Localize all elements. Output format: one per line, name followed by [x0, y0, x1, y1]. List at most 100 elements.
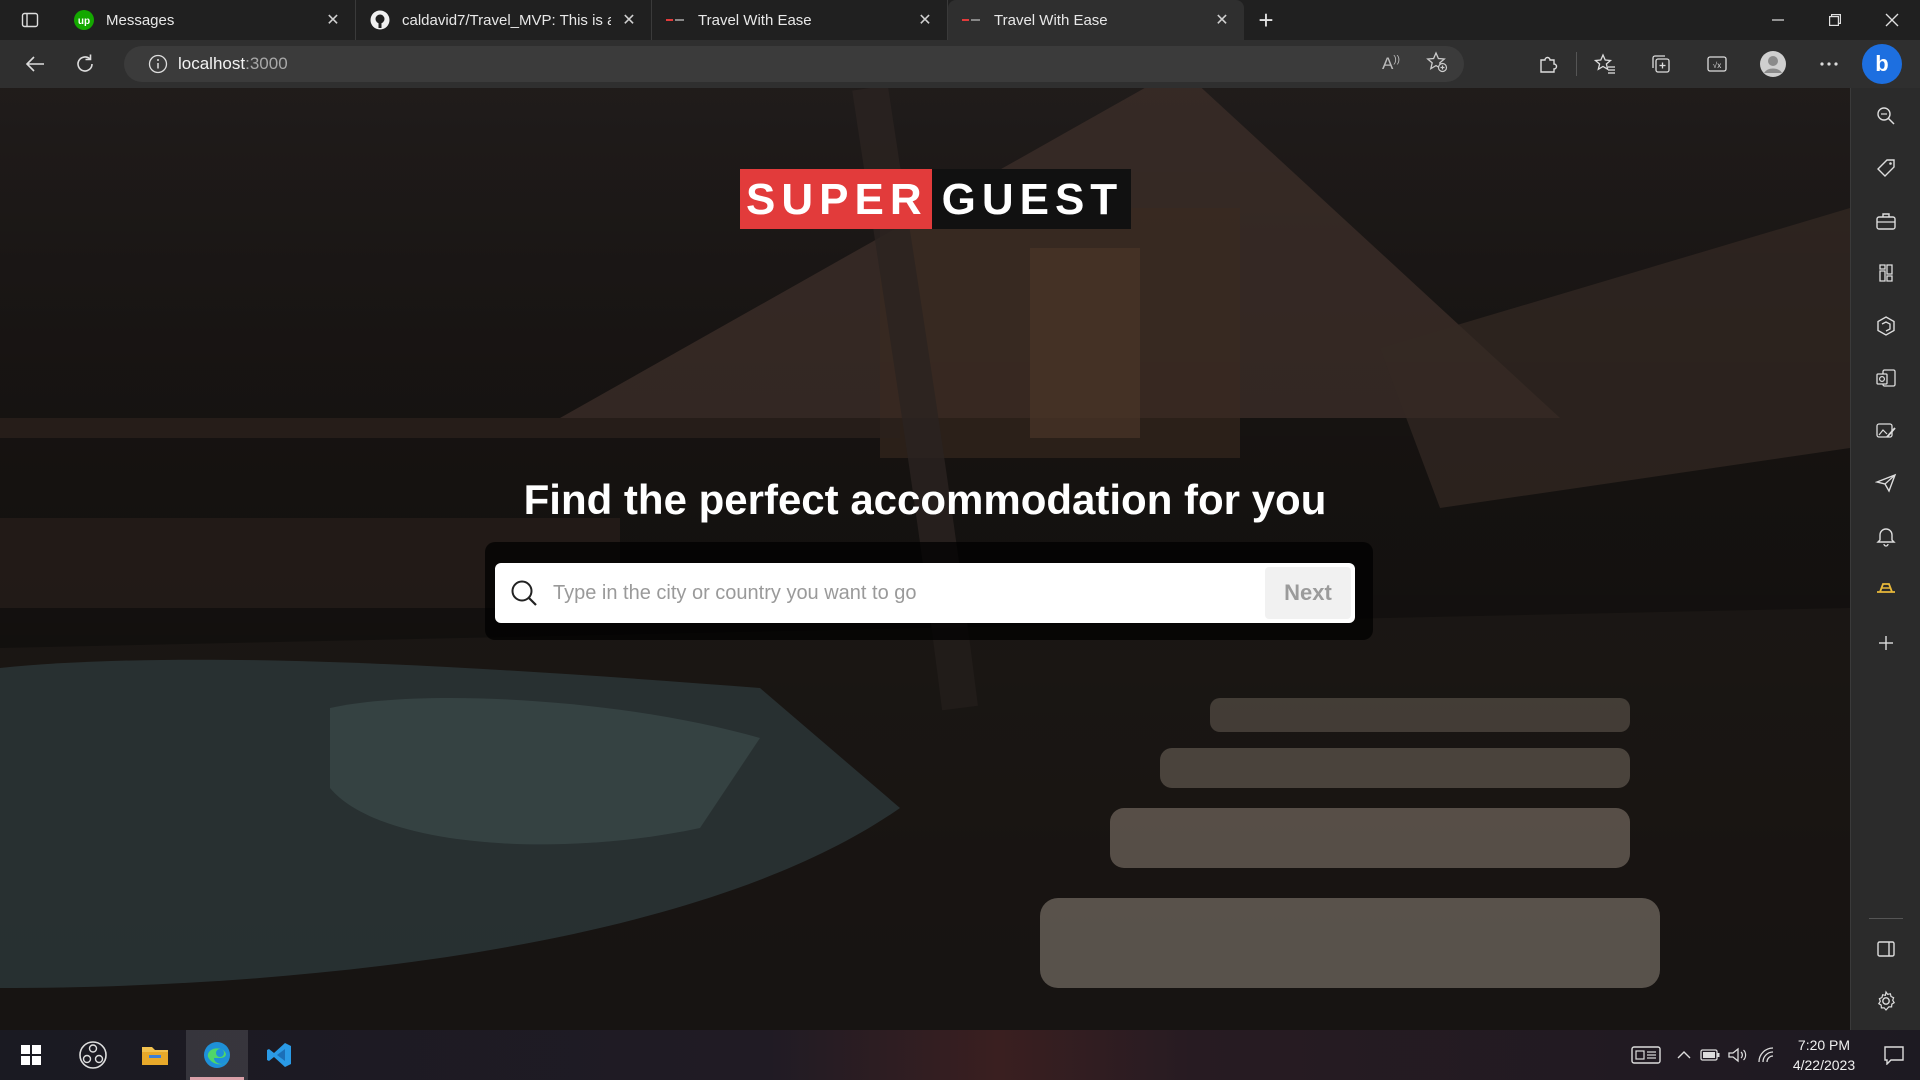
start-button[interactable] — [0, 1030, 62, 1080]
send-icon — [1875, 473, 1897, 493]
url-text[interactable]: localhost:3000 — [178, 54, 288, 74]
windows-taskbar: 7:20 PM 4/22/2023 — [0, 1030, 1920, 1080]
action-center-button[interactable] — [1868, 1030, 1920, 1080]
close-icon[interactable]: ✕ — [1212, 10, 1232, 30]
tab-actions-button[interactable] — [0, 0, 60, 40]
hat-icon — [1877, 583, 1895, 593]
profile-button[interactable] — [1745, 40, 1801, 88]
new-tab-button[interactable]: + — [1244, 0, 1288, 40]
edge-icon — [204, 1042, 230, 1068]
clock-date: 4/22/2023 — [1792, 1057, 1856, 1073]
sidebar-toggle-icon — [1877, 941, 1895, 957]
destination-input[interactable] — [553, 581, 1265, 605]
extensions-button[interactable] — [1520, 40, 1576, 88]
address-bar[interactable]: localhost:3000 A)) — [124, 46, 1464, 82]
taskbar-obs-app[interactable] — [62, 1030, 124, 1080]
obs-icon — [79, 1041, 107, 1069]
github-icon — [370, 10, 390, 30]
destination-search: Next — [495, 563, 1355, 623]
window-controls — [1749, 0, 1920, 40]
games-icon — [1879, 264, 1893, 282]
briefcase-icon — [1876, 213, 1896, 230]
hide-sidebar-button[interactable] — [1851, 929, 1920, 969]
tab-title: Travel With Ease — [698, 11, 812, 29]
taskbar-vscode[interactable] — [248, 1030, 310, 1080]
sidebar-extension-button[interactable] — [1851, 568, 1920, 608]
battery-icon — [1700, 1049, 1720, 1061]
close-icon[interactable]: ✕ — [915, 10, 935, 30]
taskbar-file-explorer[interactable] — [124, 1030, 186, 1080]
outlook-icon — [1876, 369, 1896, 387]
network-button[interactable] — [1752, 1030, 1780, 1080]
svg-text:√x: √x — [1713, 61, 1721, 70]
restore-icon — [1828, 14, 1841, 26]
site-favicon — [962, 10, 982, 30]
plus-icon — [1879, 636, 1893, 650]
add-favorite-icon[interactable] — [1426, 50, 1448, 78]
taskbar-edge-browser[interactable] — [186, 1030, 248, 1080]
gear-icon — [1877, 990, 1896, 1011]
sidebar-send-button[interactable] — [1851, 463, 1920, 503]
sidebar-notifications-button[interactable] — [1851, 516, 1920, 556]
tab-messages[interactable]: up Messages ✕ — [60, 0, 356, 40]
bing-chat-button[interactable]: b — [1862, 44, 1902, 84]
tab-title: Messages — [106, 11, 175, 29]
tab-actions-icon — [21, 12, 39, 28]
tab-github[interactable]: caldavid7/Travel_MVP: This is a p ✕ — [356, 0, 652, 40]
hero-headline: Find the perfect accommodation for you — [523, 476, 1327, 523]
sidebar-add-button[interactable] — [1851, 623, 1920, 663]
refresh-button[interactable] — [60, 40, 110, 88]
next-button[interactable]: Next — [1265, 567, 1351, 619]
refresh-icon — [77, 54, 93, 72]
back-arrow-icon — [25, 56, 44, 72]
more-icon — [1820, 62, 1838, 66]
site-info-icon[interactable] — [138, 54, 178, 74]
news-icon — [1631, 1046, 1661, 1064]
tab-strip: up Messages ✕ caldavid7/Travel_MVP: This… — [0, 0, 1920, 40]
url-port: :3000 — [245, 54, 288, 73]
sidebar-tools-button[interactable] — [1851, 201, 1920, 241]
show-hidden-icons-button[interactable] — [1672, 1030, 1696, 1080]
volume-button[interactable] — [1724, 1030, 1752, 1080]
collections-button[interactable] — [1633, 40, 1689, 88]
page-content: SUPER GUEST Find the perfect accommodati… — [0, 88, 1850, 1030]
chevron-up-icon — [1677, 1051, 1691, 1059]
math-solver-icon: √x — [1707, 56, 1727, 72]
address-toolbar: localhost:3000 A)) √x — [0, 40, 1920, 88]
settings-and-more-button[interactable] — [1801, 40, 1857, 88]
upwork-icon: up — [74, 10, 94, 30]
sidebar-games-button[interactable] — [1851, 253, 1920, 293]
avatar-icon — [1760, 51, 1786, 77]
logo-guest: GUEST — [931, 169, 1132, 229]
notification-icon — [1884, 1046, 1904, 1065]
favorites-icon — [1594, 53, 1615, 74]
tab-travel-with-ease[interactable]: Travel With Ease ✕ — [652, 0, 948, 40]
microsoft-365-icon — [1877, 316, 1895, 336]
news-widget-button[interactable] — [1620, 1030, 1672, 1080]
svg-text:up: up — [78, 16, 90, 27]
favorites-button[interactable] — [1577, 40, 1633, 88]
sidebar-designer-button[interactable] — [1851, 411, 1920, 451]
taskbar-clock[interactable]: 7:20 PM 4/22/2023 — [1780, 1035, 1868, 1075]
read-aloud-icon[interactable]: A)) — [1382, 54, 1400, 74]
url-host: localhost — [178, 54, 246, 73]
back-button[interactable] — [10, 40, 60, 88]
superguest-logo[interactable]: SUPER GUEST — [740, 169, 1132, 229]
sidebar-search-button[interactable] — [1851, 96, 1920, 136]
speaker-icon — [1728, 1047, 1747, 1063]
tab-travel-with-ease-active[interactable]: Travel With Ease ✕ — [948, 0, 1244, 40]
restore-button[interactable] — [1806, 0, 1863, 40]
logo-super: SUPER — [740, 169, 932, 229]
close-icon[interactable]: ✕ — [619, 10, 639, 30]
collections-icon — [1652, 55, 1670, 73]
minimize-button[interactable] — [1749, 0, 1806, 40]
battery-button[interactable] — [1696, 1030, 1724, 1080]
sidebar-settings-button[interactable] — [1851, 981, 1920, 1021]
close-window-button[interactable] — [1863, 0, 1920, 40]
sidebar-outlook-button[interactable] — [1851, 358, 1920, 398]
sidebar-office-button[interactable] — [1851, 306, 1920, 346]
math-solver-button[interactable]: √x — [1689, 40, 1745, 88]
close-icon[interactable]: ✕ — [323, 10, 343, 30]
sidebar-shopping-button[interactable] — [1851, 148, 1920, 188]
browser-toolbar: √x — [1520, 40, 1857, 88]
